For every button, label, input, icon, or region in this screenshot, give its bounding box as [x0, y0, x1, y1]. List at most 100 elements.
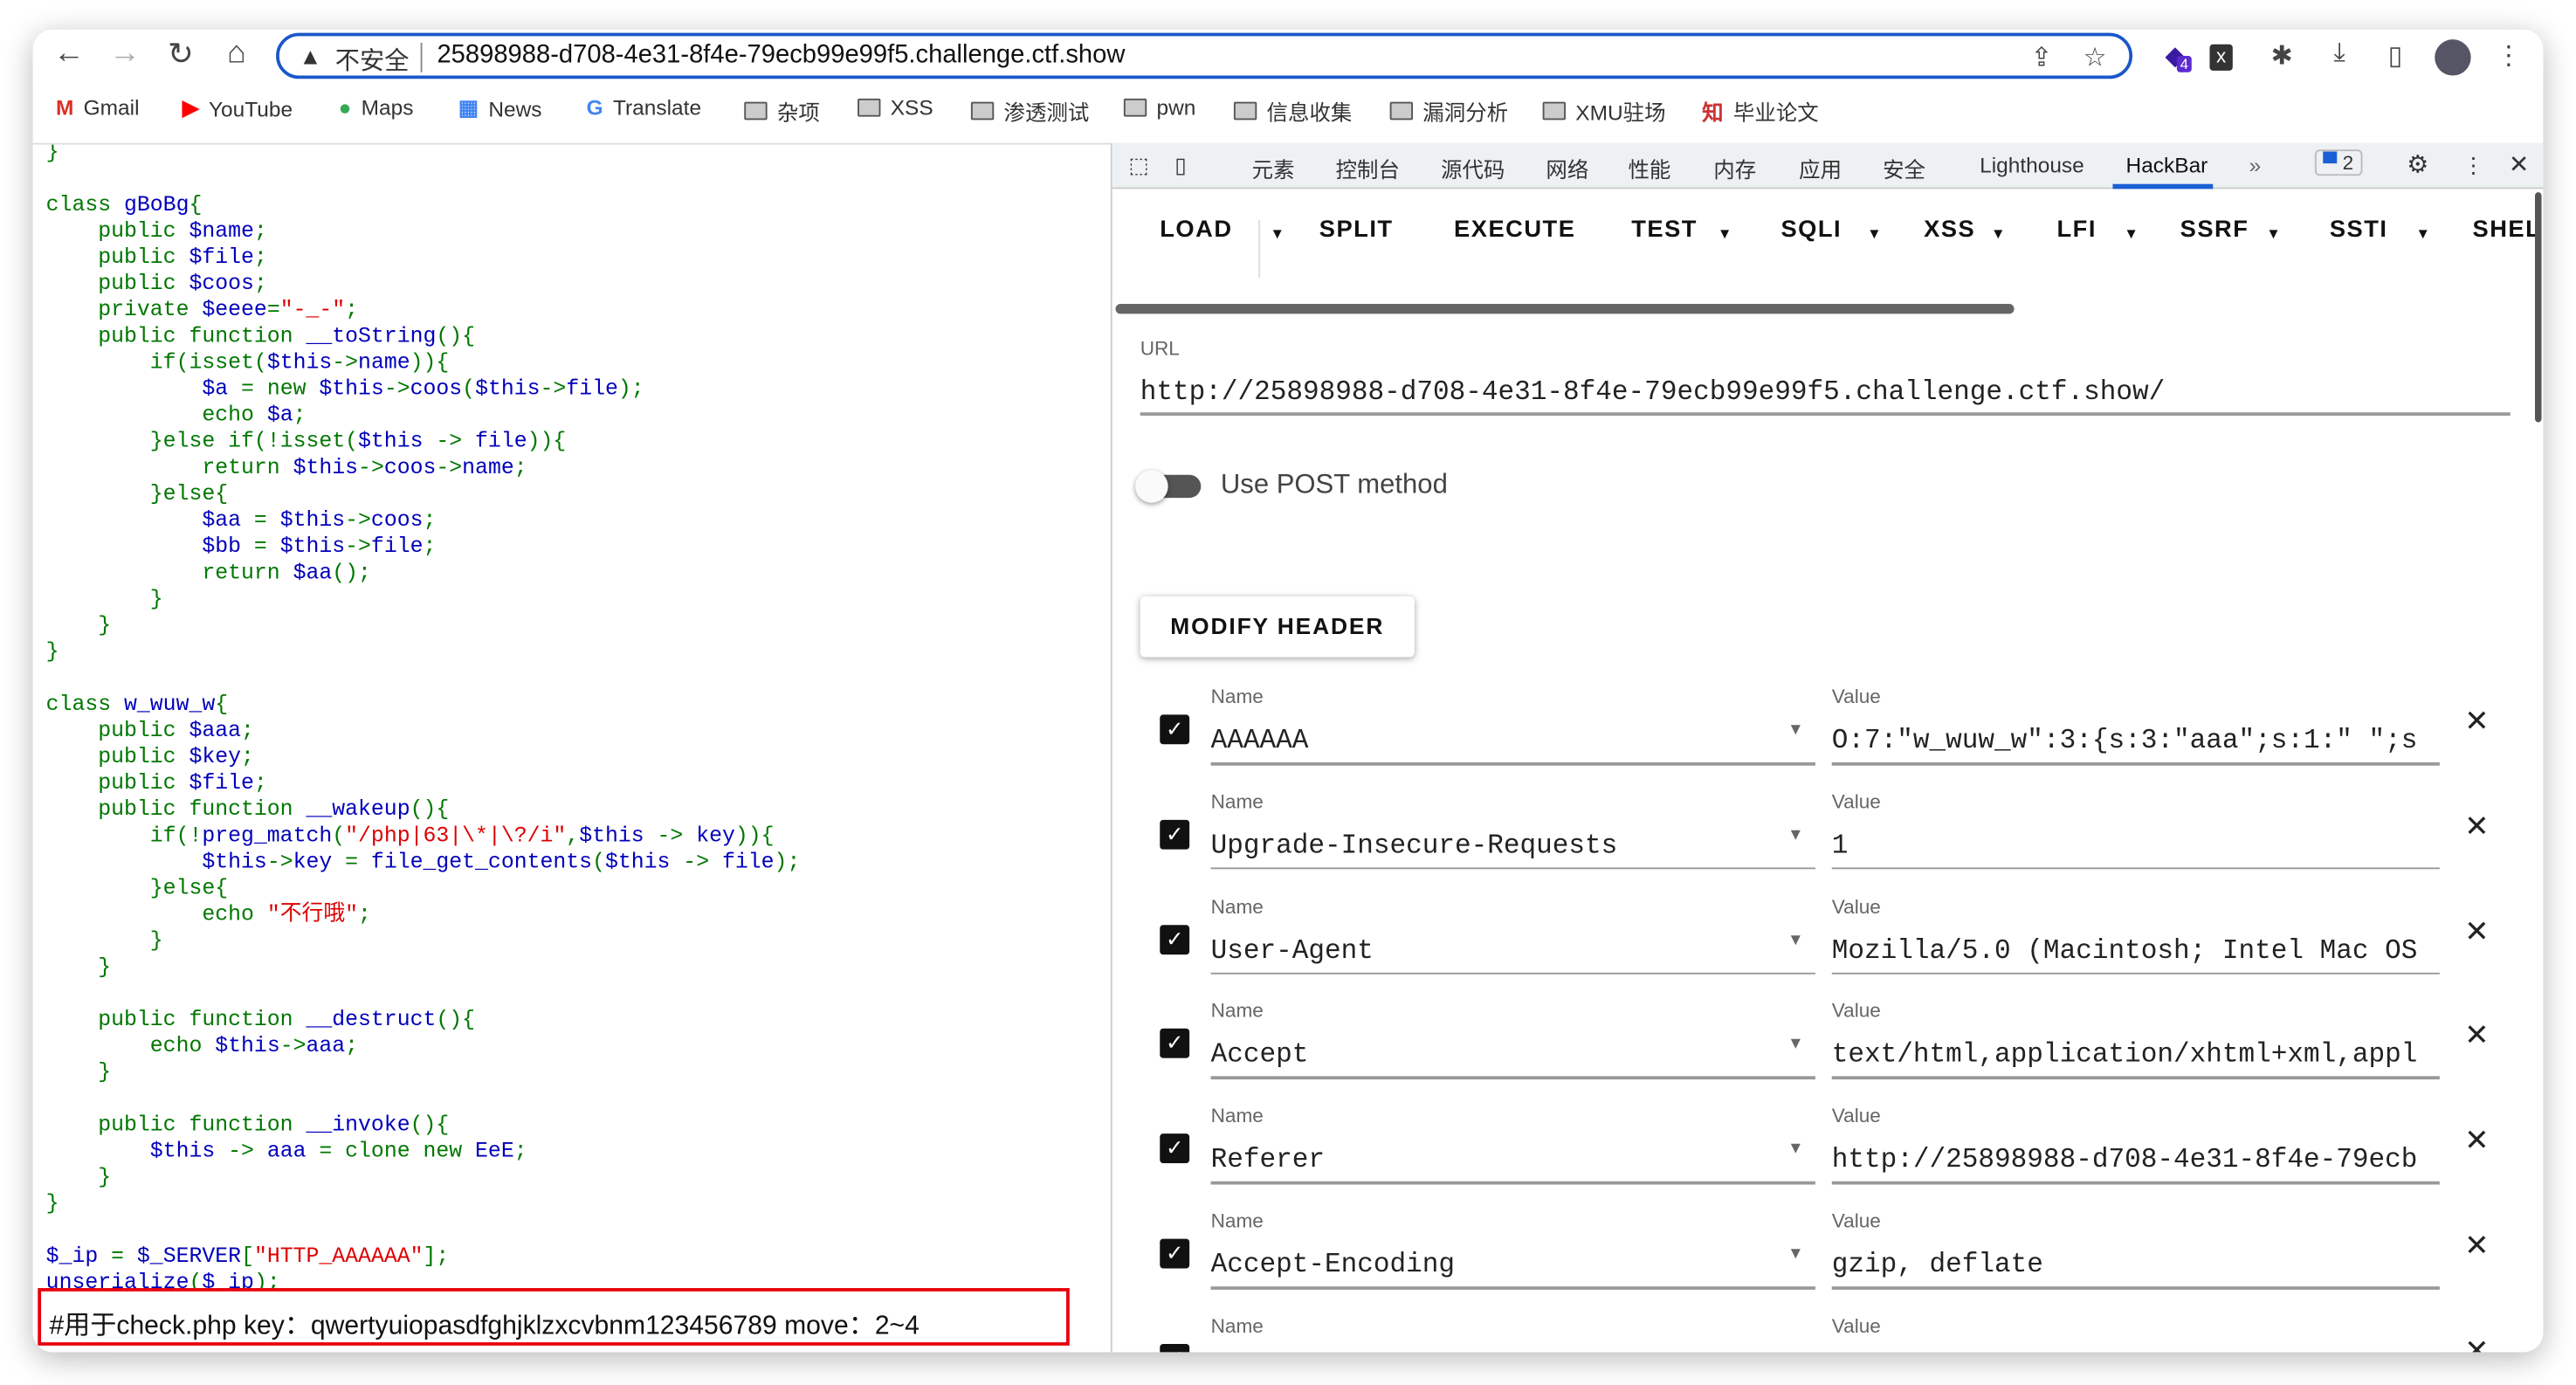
tab-安全[interactable]: 安全 — [1883, 153, 1925, 184]
bookmark-item[interactable]: G Translate — [587, 95, 701, 120]
hackbar-ssrf-button[interactable]: SSRF — [2180, 217, 2249, 243]
remove-header-icon[interactable]: ✕ — [2464, 1333, 2489, 1352]
dropdown-icon[interactable]: ▼ — [1787, 1350, 1804, 1352]
hackbar-split-button[interactable]: SPLIT — [1319, 217, 1394, 243]
bookmark-item[interactable]: ● Maps — [339, 95, 414, 120]
bookmark-item[interactable]: 漏洞分析 — [1389, 95, 1508, 127]
caret-down-icon[interactable]: ▼ — [2415, 225, 2431, 242]
bookmark-item[interactable]: 信息收集 — [1233, 95, 1352, 127]
hackbar-ssti-button[interactable]: SSTI — [2330, 217, 2388, 243]
side-panel-icon[interactable]: ▯ — [2377, 39, 2413, 72]
hackbar-lfi-button[interactable]: LFI — [2057, 217, 2097, 243]
post-toggle[interactable] — [1135, 470, 1202, 503]
security-label[interactable]: 不安全 — [335, 43, 410, 78]
remove-header-icon[interactable]: ✕ — [2464, 1229, 2489, 1264]
extension-icon[interactable]: ◆ 4 — [2157, 39, 2193, 72]
tab-lighthouse[interactable]: Lighthouse — [1980, 153, 2084, 177]
kebab-icon[interactable]: ⋮ — [2462, 153, 2483, 179]
header-name-input[interactable]: User-Agent — [1211, 934, 1770, 966]
header-name-input[interactable]: Accept-Encoding — [1211, 1249, 1770, 1280]
inspect-icon[interactable]: ⬚ — [1129, 153, 1149, 179]
dropdown-icon[interactable]: ▼ — [1787, 931, 1804, 949]
tab-网络[interactable]: 网络 — [1546, 153, 1588, 184]
reload-icon[interactable]: ↻ — [159, 36, 202, 73]
puzzle-icon[interactable]: ✱ — [2264, 39, 2300, 72]
tab-内存[interactable]: 内存 — [1713, 153, 1756, 184]
forward-icon[interactable]: → — [104, 36, 147, 72]
caret-down-icon[interactable]: ▼ — [2266, 225, 2282, 242]
hackbar-sqli-button[interactable]: SQLI — [1780, 217, 1842, 243]
tab-元素[interactable]: 元素 — [1252, 153, 1295, 184]
header-checkbox[interactable]: ✓ — [1160, 1133, 1190, 1164]
share-icon[interactable]: ⇪ — [2030, 41, 2052, 74]
bookmark-item[interactable]: M Gmail — [56, 95, 140, 120]
bookmark-item[interactable]: XSS — [858, 95, 933, 120]
header-checkbox[interactable]: ✓ — [1160, 924, 1190, 954]
hackbar-execute-button[interactable]: EXECUTE — [1454, 217, 1575, 243]
header-name-input[interactable]: AAAAAA — [1211, 725, 1770, 756]
header-name-input[interactable]: Upgrade-Insecure-Requests — [1211, 830, 1770, 861]
header-checkbox[interactable]: ✓ — [1160, 1343, 1190, 1353]
tab-应用[interactable]: 应用 — [1799, 153, 1842, 184]
bookmark-item[interactable]: 渗透测试 — [970, 95, 1089, 127]
header-value-input[interactable]: gzip, deflate — [1832, 1249, 2440, 1280]
header-value-input[interactable]: Mozilla/5.0 (Macintosh; Intel Mac OS — [1832, 934, 2440, 966]
caret-down-icon[interactable]: ▼ — [1991, 225, 2007, 242]
header-checkbox[interactable]: ✓ — [1160, 714, 1190, 745]
tab-源代码[interactable]: 源代码 — [1441, 153, 1505, 184]
header-value-input[interactable]: http://25898988-d708-4e31-8f4e-79ecb — [1832, 1144, 2440, 1175]
more-tabs-icon[interactable]: » — [2249, 153, 2262, 177]
download-icon[interactable]: ⤓ — [2321, 39, 2357, 69]
header-checkbox[interactable]: ✓ — [1160, 1029, 1190, 1059]
issues-button[interactable]: ▀ 2 — [2314, 149, 2362, 176]
bookmark-item[interactable]: 杂项 — [744, 95, 820, 127]
menu-icon[interactable]: ⋮ — [2490, 39, 2526, 72]
dropdown-icon[interactable]: ▼ — [1787, 1245, 1804, 1264]
hackbar-shel-button[interactable]: SHEL — [2473, 217, 2542, 243]
modify-header-button[interactable]: MODIFY HEADER — [1140, 596, 1415, 658]
home-icon[interactable]: ⌂ — [215, 36, 258, 72]
header-value-input[interactable]: 1 — [1832, 830, 2440, 861]
caret-down-icon[interactable]: ▼ — [1718, 225, 1733, 242]
star-icon[interactable]: ☆ — [2084, 41, 2107, 74]
caret-down-icon[interactable]: ▼ — [1270, 225, 1285, 242]
bookmark-item[interactable]: ▶ YouTube — [183, 95, 293, 121]
horizontal-scrollbar[interactable] — [1115, 304, 2015, 314]
back-icon[interactable]: ← — [48, 36, 91, 72]
remove-header-icon[interactable]: ✕ — [2464, 705, 2489, 740]
tab-hackbar[interactable]: HackBar — [2126, 153, 2208, 177]
remove-header-icon[interactable]: ✕ — [2464, 1124, 2489, 1159]
url-text[interactable]: 25898988-d708-4e31-8f4e-79ecb99e99f5.cha… — [437, 41, 1125, 71]
device-icon[interactable]: ▯ — [1174, 153, 1186, 179]
caret-down-icon[interactable]: ▼ — [2124, 225, 2139, 242]
header-name-input[interactable]: Accept — [1211, 1039, 1770, 1071]
header-checkbox[interactable]: ✓ — [1160, 1238, 1190, 1269]
close-devtools-icon[interactable]: ✕ — [2509, 149, 2530, 179]
x-extension-icon[interactable]: x — [2209, 44, 2233, 71]
header-checkbox[interactable]: ✓ — [1160, 819, 1190, 850]
header-value-input[interactable]: text/html,application/xhtml+xml,appl — [1832, 1039, 2440, 1071]
remove-header-icon[interactable]: ✕ — [2464, 1019, 2489, 1054]
settings-icon[interactable]: ⚙ — [2407, 149, 2428, 179]
tab-控制台[interactable]: 控制台 — [1336, 153, 1400, 184]
dropdown-icon[interactable]: ▼ — [1787, 721, 1804, 740]
vertical-scrollbar[interactable] — [2535, 192, 2542, 423]
url-input[interactable]: http://25898988-d708-4e31-8f4e-79ecb99e9… — [1140, 376, 2511, 408]
address-bar[interactable]: ▲ 不安全 25898988-d708-4e31-8f4e-79ecb99e99… — [276, 32, 2133, 79]
hackbar-xss-button[interactable]: XSS — [1924, 217, 1975, 243]
header-value-input[interactable]: O:7:"w_wuw_w":3:{s:3:"aaa";s:1:" ";s — [1832, 725, 2440, 756]
bookmark-item[interactable]: ▦ News — [458, 95, 542, 121]
remove-header-icon[interactable]: ✕ — [2464, 810, 2489, 844]
dropdown-icon[interactable]: ▼ — [1787, 1140, 1804, 1159]
remove-header-icon[interactable]: ✕ — [2464, 914, 2489, 949]
bookmark-item[interactable]: 知毕业论文 — [1702, 95, 1819, 127]
hackbar-load-button[interactable]: LOAD — [1160, 217, 1232, 243]
hackbar-test-button[interactable]: TEST — [1631, 217, 1698, 243]
avatar[interactable] — [2435, 39, 2471, 76]
dropdown-icon[interactable]: ▼ — [1787, 826, 1804, 844]
bookmark-item[interactable]: pwn — [1123, 95, 1195, 120]
bookmark-item[interactable]: XMU驻场 — [1542, 95, 1666, 127]
tab-性能[interactable]: 性能 — [1628, 153, 1670, 184]
caret-down-icon[interactable]: ▼ — [1867, 225, 1883, 242]
dropdown-icon[interactable]: ▼ — [1787, 1036, 1804, 1054]
